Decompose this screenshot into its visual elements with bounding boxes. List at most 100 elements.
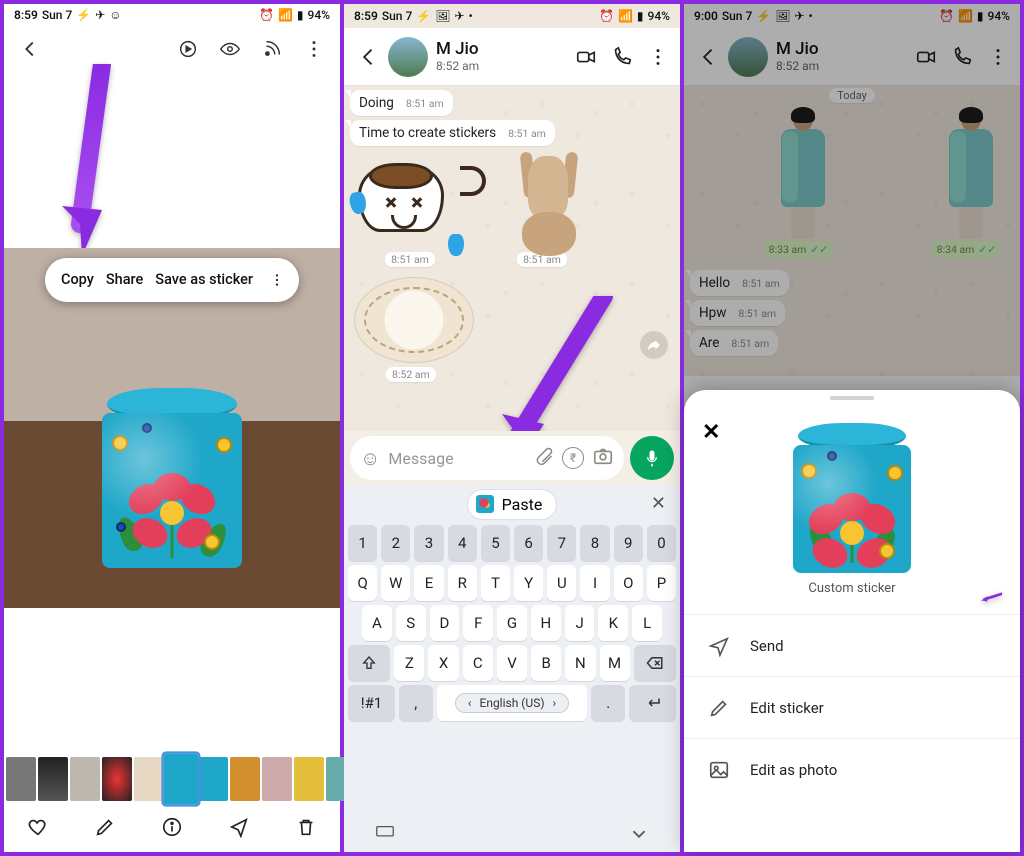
context-share[interactable]: Share xyxy=(106,271,143,288)
msg-line2[interactable]: Time to create stickers8:51 am xyxy=(350,120,555,146)
key-s[interactable]: S xyxy=(396,605,426,641)
voice-call-icon[interactable] xyxy=(608,43,636,71)
key-i[interactable]: I xyxy=(580,565,609,601)
sheet-send[interactable]: Send xyxy=(684,614,1020,676)
close-icon[interactable]: ✕ xyxy=(702,420,720,445)
key-0[interactable]: 0 xyxy=(647,525,676,561)
key-shift[interactable] xyxy=(348,645,390,681)
chat-body[interactable]: Doing8:51 am Time to create stickers8:51… xyxy=(344,86,680,431)
forward-icon[interactable] xyxy=(640,331,668,359)
key-backspace[interactable] xyxy=(634,645,676,681)
key-8[interactable]: 8 xyxy=(580,525,609,561)
favorite-icon[interactable] xyxy=(24,813,52,841)
send-icon xyxy=(708,635,730,657)
key-n[interactable]: N xyxy=(565,645,595,681)
back-icon[interactable] xyxy=(16,35,44,63)
key-3[interactable]: 3 xyxy=(414,525,443,561)
sticker-action-sheet: ✕ Custom sticker xyxy=(684,390,1020,852)
key-comma[interactable]: , xyxy=(399,685,433,721)
camera-icon[interactable] xyxy=(592,445,614,471)
mic-button[interactable] xyxy=(630,436,674,480)
more-icon[interactable] xyxy=(644,43,672,71)
key-p[interactable]: P xyxy=(647,565,676,601)
key-q[interactable]: Q xyxy=(348,565,377,601)
key-b[interactable]: B xyxy=(531,645,561,681)
key-o[interactable]: O xyxy=(614,565,643,601)
bolt-icon: ⚡ xyxy=(416,9,431,23)
gallery-top-bar xyxy=(4,27,340,72)
sticker-saucer[interactable] xyxy=(354,277,474,363)
motion-photo-icon[interactable] xyxy=(174,35,202,63)
gallery-icon: 🖼 xyxy=(435,9,450,23)
paste-label: Paste xyxy=(502,495,543,514)
key-g[interactable]: G xyxy=(497,605,527,641)
key-u[interactable]: U xyxy=(547,565,576,601)
key-z[interactable]: Z xyxy=(394,645,424,681)
keyboard-hide-icon[interactable] xyxy=(374,823,396,849)
context-save-as-sticker[interactable]: Save as sticker xyxy=(155,271,253,288)
thumbnail-strip[interactable] xyxy=(4,756,340,803)
key-2[interactable]: 2 xyxy=(381,525,410,561)
sticker-cup[interactable] xyxy=(350,152,470,252)
key-c[interactable]: C xyxy=(463,645,493,681)
key-f[interactable]: F xyxy=(463,605,493,641)
key-6[interactable]: 6 xyxy=(514,525,543,561)
keyboard[interactable]: 1234567890 QWERTYUIOP ASDFGHJKL ZXCVBNM … xyxy=(344,523,680,820)
gallery-bottom-bar xyxy=(4,803,340,852)
key-j[interactable]: J xyxy=(565,605,595,641)
video-call-icon[interactable] xyxy=(572,43,600,71)
info-icon[interactable] xyxy=(158,813,186,841)
more-icon[interactable] xyxy=(300,35,328,63)
key-l[interactable]: L xyxy=(632,605,662,641)
avatar[interactable] xyxy=(388,37,428,77)
paste-suggestion[interactable]: Paste xyxy=(468,490,557,519)
key-d[interactable]: D xyxy=(430,605,460,641)
key-7[interactable]: 7 xyxy=(547,525,576,561)
key-9[interactable]: 9 xyxy=(614,525,643,561)
sheet-grip[interactable] xyxy=(830,396,874,400)
emoji-icon[interactable]: ☺ xyxy=(360,446,380,471)
share-icon[interactable] xyxy=(225,813,253,841)
payment-icon[interactable]: ₹ xyxy=(562,447,584,469)
key-symbols[interactable]: !#1 xyxy=(348,685,395,721)
sheet-edit-sticker[interactable]: Edit sticker xyxy=(684,676,1020,738)
key-a[interactable]: A xyxy=(362,605,392,641)
key-5[interactable]: 5 xyxy=(481,525,510,561)
chevron-down-icon[interactable] xyxy=(628,823,650,849)
key-k[interactable]: K xyxy=(598,605,628,641)
sticker-caption: Custom sticker xyxy=(808,581,895,596)
attach-icon[interactable] xyxy=(534,446,554,470)
contact-block[interactable]: M Jio 8:52 am xyxy=(436,40,479,73)
key-x[interactable]: X xyxy=(428,645,458,681)
key-period[interactable]: . xyxy=(591,685,625,721)
key-w[interactable]: W xyxy=(381,565,410,601)
edit-icon[interactable] xyxy=(91,813,119,841)
smart-view-icon[interactable] xyxy=(258,35,286,63)
clipboard-close-icon[interactable]: ✕ xyxy=(651,493,666,514)
context-copy[interactable]: Copy xyxy=(61,271,94,288)
message-input[interactable]: ☺ Message ₹ xyxy=(350,436,624,480)
bixby-vision-icon[interactable] xyxy=(216,35,244,63)
signal-icon: ▮ xyxy=(297,8,304,22)
key-t[interactable]: T xyxy=(481,565,510,601)
delete-icon[interactable] xyxy=(292,813,320,841)
key-m[interactable]: M xyxy=(600,645,630,681)
photo-viewport[interactable] xyxy=(4,248,340,608)
key-v[interactable]: V xyxy=(497,645,527,681)
key-r[interactable]: R xyxy=(448,565,477,601)
back-icon[interactable] xyxy=(352,43,380,71)
battery-text: 94% xyxy=(648,9,670,23)
annotation-arrow xyxy=(52,64,132,268)
sticker-cat[interactable] xyxy=(482,152,602,252)
context-more-icon[interactable] xyxy=(265,268,289,292)
key-enter[interactable] xyxy=(629,685,676,721)
key-4[interactable]: 4 xyxy=(448,525,477,561)
sticker-preview: Custom sticker xyxy=(684,404,1020,614)
msg-doing[interactable]: Doing8:51 am xyxy=(350,90,453,116)
key-e[interactable]: E xyxy=(414,565,443,601)
sheet-edit-photo[interactable]: Edit as photo xyxy=(684,738,1020,800)
key-space[interactable]: ‹English (US)› xyxy=(437,685,588,721)
key-y[interactable]: Y xyxy=(514,565,543,601)
key-1[interactable]: 1 xyxy=(348,525,377,561)
key-h[interactable]: H xyxy=(531,605,561,641)
